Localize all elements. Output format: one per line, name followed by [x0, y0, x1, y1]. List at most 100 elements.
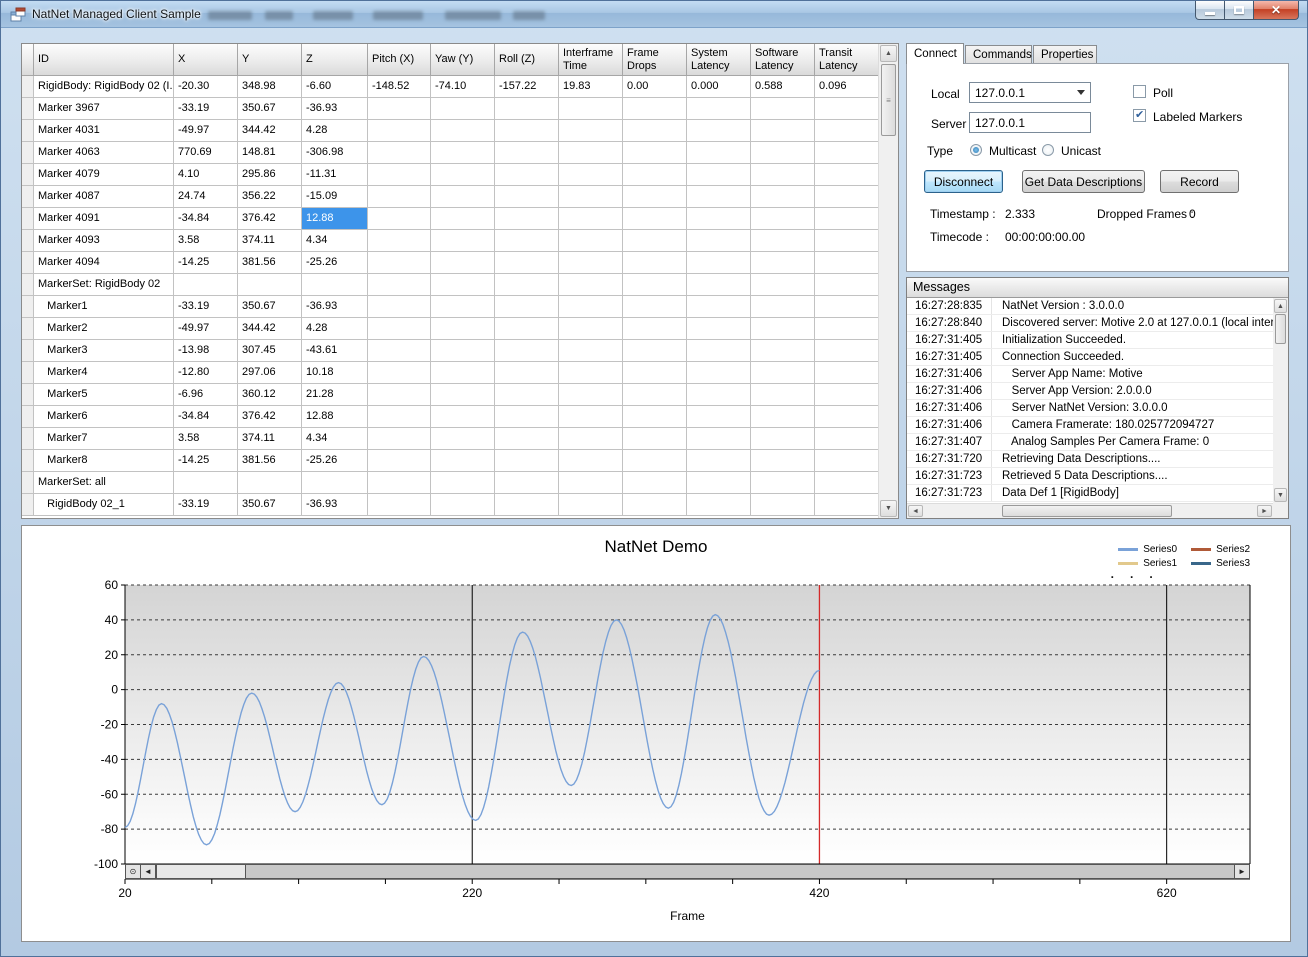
grid-cell[interactable]: 348.98: [238, 76, 302, 98]
grid-cell[interactable]: [815, 450, 878, 472]
grid-cell[interactable]: [687, 494, 751, 516]
grid-cell[interactable]: 0.588: [751, 76, 815, 98]
grid-cell[interactable]: [751, 120, 815, 142]
row-header[interactable]: [22, 164, 34, 186]
grid-cell[interactable]: [751, 252, 815, 274]
tab-connect[interactable]: Connect: [906, 43, 964, 64]
grid-cell[interactable]: 4.28: [302, 120, 368, 142]
grid-cell[interactable]: [815, 472, 878, 494]
grid-cell[interactable]: [559, 494, 623, 516]
titlebar[interactable]: NatNet Managed Client Sample ✕: [1, 1, 1307, 28]
grid-cell[interactable]: [559, 274, 623, 296]
labeled-markers-checkbox[interactable]: [1133, 109, 1146, 122]
grid-cell[interactable]: [751, 384, 815, 406]
scroll-down-icon[interactable]: ▼: [880, 500, 897, 517]
grid-cell[interactable]: [623, 274, 687, 296]
grid-cell[interactable]: [815, 120, 878, 142]
get-data-descriptions-button[interactable]: Get Data Descriptions: [1022, 170, 1145, 193]
grid-cell[interactable]: -34.84: [174, 208, 238, 230]
grid-cell[interactable]: Marker2: [34, 318, 174, 340]
scroll-right-icon[interactable]: ►: [1234, 865, 1249, 878]
grid-cell[interactable]: Marker3: [34, 340, 174, 362]
grid-cell[interactable]: [431, 296, 495, 318]
grid-cell[interactable]: [431, 472, 495, 494]
grid-cell[interactable]: [368, 450, 431, 472]
column-header[interactable]: X: [174, 44, 238, 76]
grid-cell[interactable]: -15.09: [302, 186, 368, 208]
grid-cell[interactable]: [368, 472, 431, 494]
grid-cell[interactable]: Marker 4087: [34, 186, 174, 208]
grid-cell[interactable]: [815, 230, 878, 252]
disconnect-button[interactable]: Disconnect: [924, 170, 1003, 193]
grid-cell[interactable]: Marker 4093: [34, 230, 174, 252]
grid-cell[interactable]: [174, 472, 238, 494]
grid-cell[interactable]: [431, 406, 495, 428]
grid-cell[interactable]: [495, 208, 559, 230]
messages-hscroll-thumb[interactable]: [1002, 505, 1172, 517]
grid-cell[interactable]: -36.93: [302, 494, 368, 516]
grid-cell[interactable]: Marker 4031: [34, 120, 174, 142]
grid-cell[interactable]: [623, 450, 687, 472]
grid-cell[interactable]: [495, 406, 559, 428]
grid-cell[interactable]: [431, 120, 495, 142]
grid-cell[interactable]: [751, 318, 815, 340]
list-item[interactable]: 16:27:31:720Retrieving Data Descriptions…: [907, 451, 1273, 468]
grid-cell[interactable]: 374.11: [238, 428, 302, 450]
scroll-left-icon[interactable]: ◄: [141, 865, 156, 878]
grid-cell[interactable]: [623, 428, 687, 450]
grid-cell[interactable]: [495, 164, 559, 186]
unicast-radio[interactable]: [1042, 144, 1054, 156]
grid-cell[interactable]: 360.12: [238, 384, 302, 406]
grid-cell[interactable]: [495, 384, 559, 406]
row-header[interactable]: [22, 472, 34, 494]
list-item[interactable]: 16:27:31:406 Server App Name: Motive: [907, 366, 1273, 383]
grid-cell[interactable]: [559, 296, 623, 318]
grid-cell[interactable]: Marker1: [34, 296, 174, 318]
grid-cell[interactable]: [495, 318, 559, 340]
grid-cell[interactable]: 350.67: [238, 98, 302, 120]
grid-cell[interactable]: [559, 340, 623, 362]
grid-cell[interactable]: [431, 142, 495, 164]
grid-cell[interactable]: [431, 362, 495, 384]
grid-cell[interactable]: [751, 186, 815, 208]
grid-cell[interactable]: [687, 120, 751, 142]
grid-cell[interactable]: -25.26: [302, 450, 368, 472]
chart-scroll-thumb[interactable]: [156, 865, 246, 878]
row-header[interactable]: [22, 318, 34, 340]
grid-cell[interactable]: [623, 230, 687, 252]
column-header[interactable]: Yaw (Y): [431, 44, 495, 76]
grid-cell[interactable]: [815, 494, 878, 516]
close-button[interactable]: ✕: [1254, 1, 1299, 20]
list-item[interactable]: 16:27:28:840Discovered server: Motive 2.…: [907, 315, 1273, 332]
column-header[interactable]: Interframe Time: [559, 44, 623, 76]
grid-cell[interactable]: [623, 318, 687, 340]
grid-cell[interactable]: [815, 318, 878, 340]
multicast-radio[interactable]: [970, 144, 982, 156]
grid-cell[interactable]: [368, 362, 431, 384]
grid-cell[interactable]: 4.34: [302, 230, 368, 252]
grid-cell[interactable]: [368, 230, 431, 252]
menu-item-blurred[interactable]: [208, 11, 252, 20]
list-item[interactable]: 16:27:31:406 Camera Framerate: 180.02577…: [907, 417, 1273, 434]
grid-cell[interactable]: -74.10: [431, 76, 495, 98]
row-header[interactable]: [22, 340, 34, 362]
grid-cell[interactable]: -14.25: [174, 252, 238, 274]
grid-cell[interactable]: [495, 274, 559, 296]
column-header[interactable]: Y: [238, 44, 302, 76]
grid-cell[interactable]: 376.42: [238, 208, 302, 230]
column-header[interactable]: Frame Drops: [623, 44, 687, 76]
minimize-button[interactable]: [1195, 1, 1225, 20]
row-header-corner[interactable]: [22, 44, 34, 76]
grid-cell[interactable]: [751, 406, 815, 428]
grid-cell[interactable]: -36.93: [302, 98, 368, 120]
grid-cell[interactable]: [687, 450, 751, 472]
grid-cell[interactable]: -34.84: [174, 406, 238, 428]
grid-cell[interactable]: [815, 296, 878, 318]
grid-cell[interactable]: [368, 274, 431, 296]
grid-cell[interactable]: -33.19: [174, 98, 238, 120]
grid-cell[interactable]: [623, 472, 687, 494]
grid-cell[interactable]: [495, 428, 559, 450]
grid-cell[interactable]: [815, 428, 878, 450]
grid-cell[interactable]: [431, 450, 495, 472]
grid-cell[interactable]: 3.58: [174, 428, 238, 450]
